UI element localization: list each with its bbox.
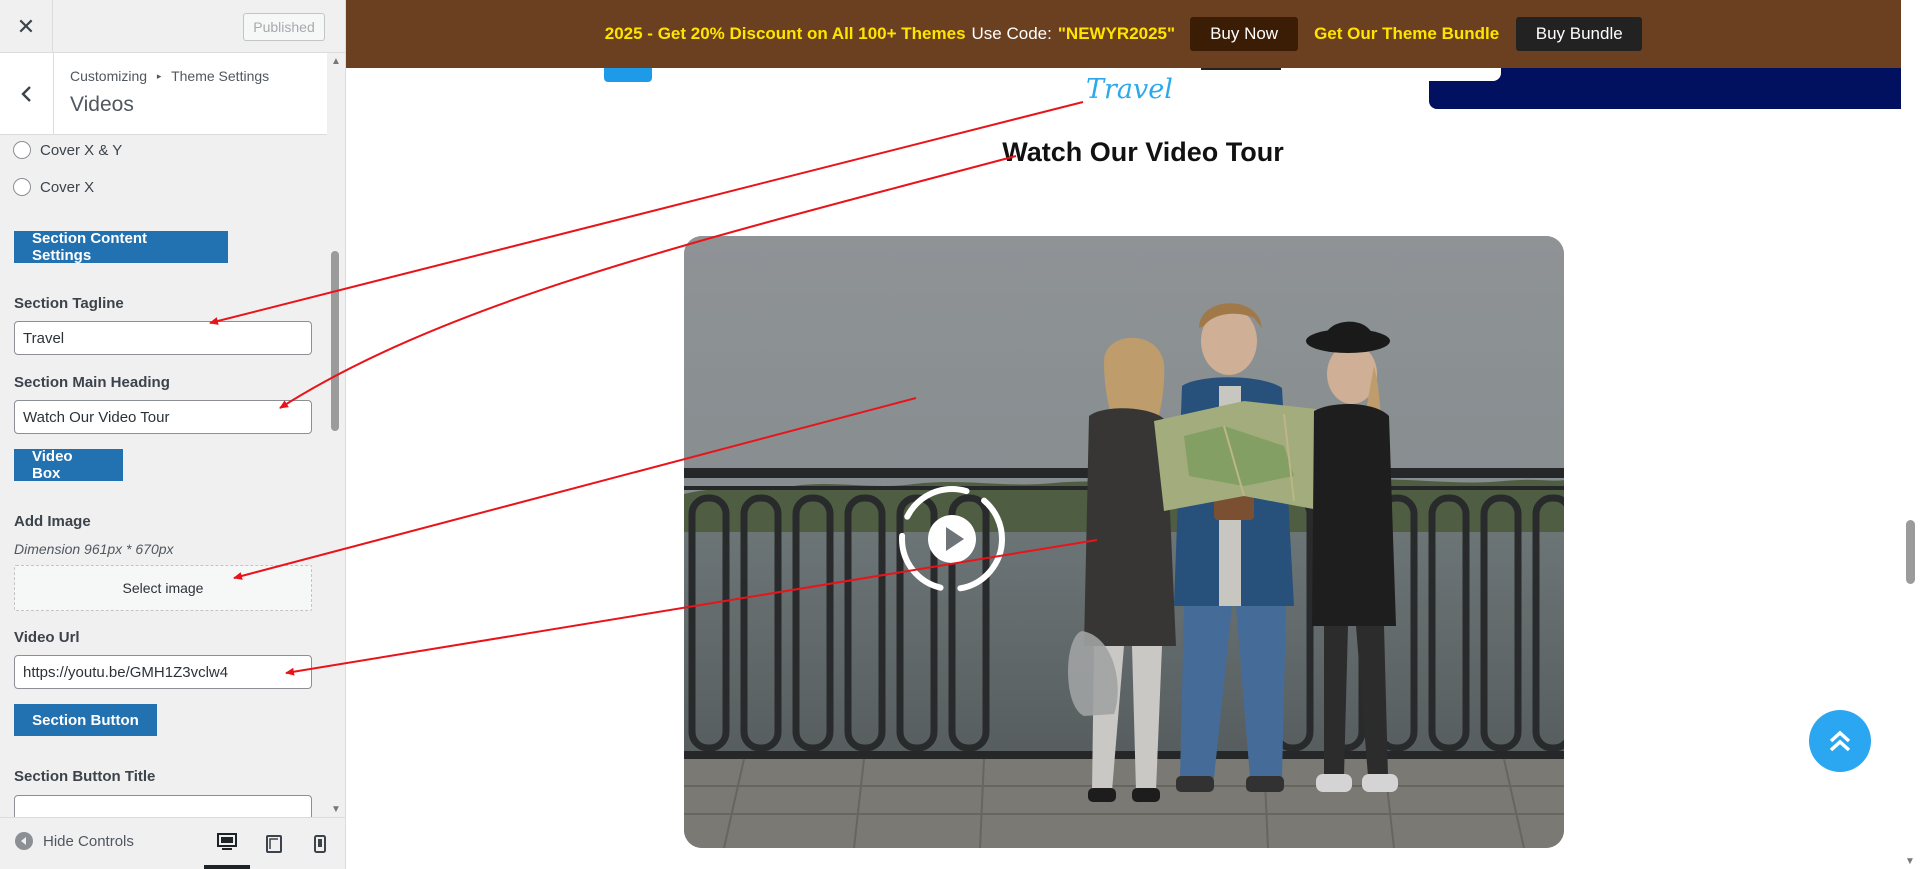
header-fragment xyxy=(1201,68,1281,70)
customizer-footer: Hide Controls xyxy=(0,817,345,869)
video-url-input[interactable] xyxy=(14,655,312,689)
radio-circle[interactable] xyxy=(13,141,31,159)
buy-now-button[interactable]: Buy Now xyxy=(1190,17,1299,51)
published-button[interactable]: Published xyxy=(243,13,325,41)
button-title-input[interactable] xyxy=(14,795,312,817)
radio-cover-x-y[interactable]: Cover X & Y xyxy=(13,141,122,159)
radio-label: Cover X xyxy=(40,178,95,196)
video-thumbnail[interactable] xyxy=(684,236,1564,848)
mobile-icon xyxy=(314,834,326,853)
play-icon xyxy=(899,486,1005,592)
section-button-button[interactable]: Section Button xyxy=(14,704,157,736)
image-dimension-description: Dimension 961px * 670px xyxy=(14,541,174,557)
section-heading: Watch Our Video Tour xyxy=(1002,137,1284,167)
video-thumbnail-image xyxy=(684,236,1564,848)
panel-title: Videos xyxy=(70,93,134,116)
tagline-label: Section Tagline xyxy=(14,295,124,312)
select-image-button[interactable]: Select image xyxy=(14,565,312,611)
tablet-icon xyxy=(266,834,282,853)
header-fragment xyxy=(1429,68,1501,81)
scroll-to-top-button[interactable] xyxy=(1809,710,1871,772)
scroll-up-icon[interactable]: ▲ xyxy=(331,56,341,67)
sidebar-scrollbar[interactable]: ▲ ▼ xyxy=(327,53,345,817)
mobile-preview-button[interactable] xyxy=(297,818,343,869)
hide-controls-button[interactable]: Hide Controls xyxy=(15,832,134,850)
play-button[interactable] xyxy=(896,483,1008,595)
video-url-label: Video Url xyxy=(14,629,80,646)
panel-title-bar: Customizing ▸ Theme Settings Videos xyxy=(0,53,327,135)
customizer-header: ✕ Published xyxy=(0,0,345,53)
preview-scrollbar[interactable]: ▼ xyxy=(1901,0,1920,869)
add-image-label: Add Image xyxy=(14,513,91,530)
radio-cover-x[interactable]: Cover X xyxy=(13,178,94,196)
preview-scrollbar-thumb[interactable] xyxy=(1906,520,1915,584)
promo-bundle-text[interactable]: Get Our Theme Bundle xyxy=(1314,24,1499,44)
customizer-sidebar: ✕ Published Customizing ▸ Theme Settings… xyxy=(0,0,346,869)
breadcrumb-root: Customizing xyxy=(70,68,148,84)
scroll-down-icon[interactable]: ▼ xyxy=(331,804,341,815)
section-content-settings-button[interactable]: Section Content Settings xyxy=(14,230,228,264)
breadcrumb-parent: Theme Settings xyxy=(171,68,270,84)
promo-headline: 2025 - Get 20% Discount on All 100+ Them… xyxy=(604,24,966,43)
scroll-down-icon[interactable]: ▼ xyxy=(1905,856,1915,867)
breadcrumb-separator: ▸ xyxy=(156,71,162,81)
close-icon[interactable]: ✕ xyxy=(0,0,53,53)
double-chevron-up-icon xyxy=(1829,730,1851,752)
panel-content: Cover X & Y Cover X Section Content Sett… xyxy=(0,135,327,817)
breadcrumb: Customizing ▸ Theme Settings xyxy=(70,68,269,84)
site-preview: 2025 - Get 20% Discount on All 100+ Them… xyxy=(346,0,1920,869)
header-fragment xyxy=(604,68,652,82)
promo-use-code-label: Use Code: xyxy=(971,24,1052,43)
collapse-icon xyxy=(15,832,33,850)
button-title-label: Section Button Title xyxy=(14,768,156,785)
radio-label: Cover X & Y xyxy=(40,141,123,159)
main-heading-label: Section Main Heading xyxy=(14,374,170,391)
back-icon[interactable] xyxy=(0,53,54,134)
radio-circle[interactable] xyxy=(13,178,31,196)
hide-controls-label: Hide Controls xyxy=(43,832,134,850)
buy-bundle-button[interactable]: Buy Bundle xyxy=(1516,17,1643,51)
video-box-button[interactable]: Video Box xyxy=(14,448,123,482)
promo-banner: 2025 - Get 20% Discount on All 100+ Them… xyxy=(346,0,1901,68)
tablet-preview-button[interactable] xyxy=(251,818,297,869)
main-heading-input[interactable] xyxy=(14,400,312,434)
desktop-icon xyxy=(217,832,237,850)
desktop-preview-button[interactable] xyxy=(204,818,250,869)
section-tagline: Travel xyxy=(1086,74,1173,105)
sidebar-scrollbar-thumb[interactable] xyxy=(331,251,339,431)
promo-code: "NEWYR2025" xyxy=(1057,24,1176,43)
tagline-input[interactable] xyxy=(14,321,312,355)
